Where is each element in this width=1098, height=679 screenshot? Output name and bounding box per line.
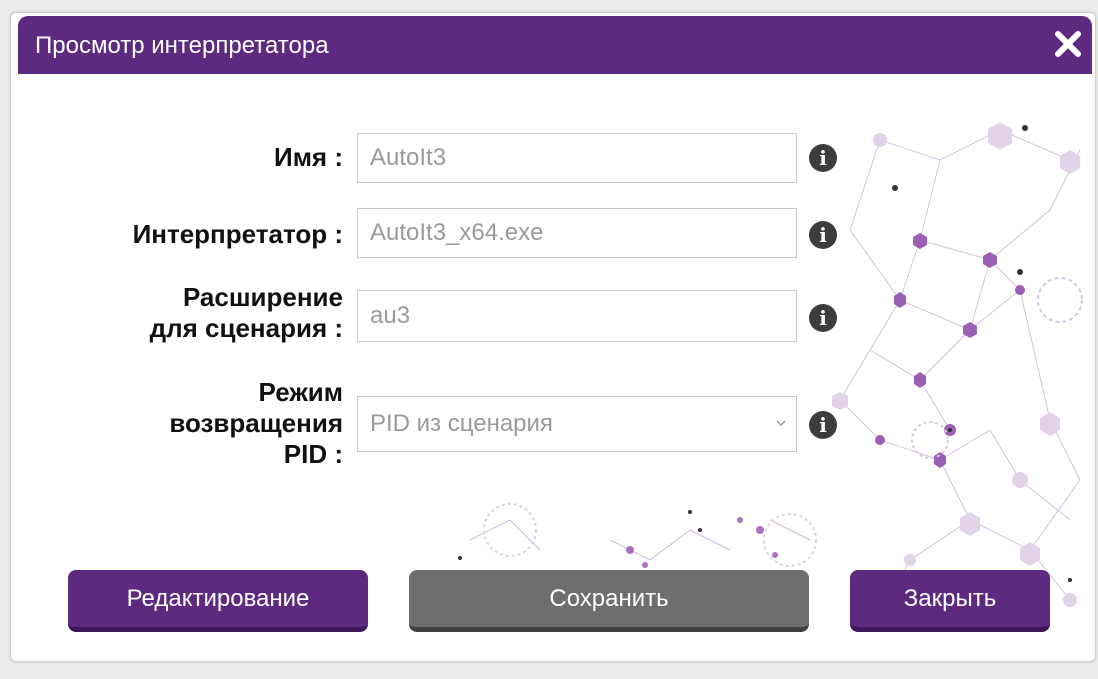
name-field[interactable]: AutoIt3 xyxy=(357,133,797,183)
pid-mode-label-line2: возвращения xyxy=(169,408,343,438)
pid-mode-selected: PID из сценария xyxy=(370,410,553,437)
interpreter-field[interactable]: AutoIt3_x64.exe xyxy=(357,208,797,258)
extension-label-line1: Расширение xyxy=(182,282,343,312)
extension-field[interactable]: au3 xyxy=(357,290,797,342)
pid-mode-label-line1: Режим xyxy=(258,377,343,407)
pid-mode-label-line3: PID : xyxy=(283,439,343,469)
extension-label-line2: для сценария : xyxy=(149,313,343,343)
dialog-title: Просмотр интерпретатора xyxy=(35,32,329,59)
info-icon[interactable]: i xyxy=(809,304,837,332)
close-button[interactable]: Закрыть xyxy=(850,570,1050,632)
chevron-down-icon xyxy=(776,420,786,427)
extension-label: Расширение для сценария : xyxy=(150,282,343,344)
edit-button[interactable]: Редактирование xyxy=(68,570,368,632)
pid-mode-label: Режим возвращения PID : xyxy=(169,377,343,470)
info-icon[interactable]: i xyxy=(809,411,837,439)
name-label: Имя : xyxy=(274,142,343,172)
pid-mode-select[interactable]: PID из сценария xyxy=(357,396,797,452)
save-button[interactable]: Сохранить xyxy=(409,570,809,632)
interpreter-label: Интерпретатор : xyxy=(132,219,343,249)
dialog-titlebar: Просмотр интерпретатора xyxy=(18,16,1092,74)
close-icon[interactable] xyxy=(1052,28,1084,60)
info-icon[interactable]: i xyxy=(809,221,837,249)
info-icon[interactable]: i xyxy=(809,144,837,172)
